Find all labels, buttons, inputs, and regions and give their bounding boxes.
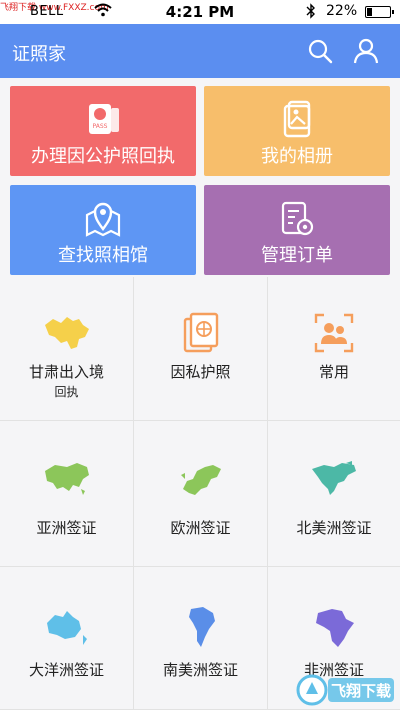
grid-item-asia-visa[interactable]: 亚洲签证	[0, 421, 134, 567]
feature-tiles: PASS 办理因公护照回执 我的相册 查找照相馆 管理订单	[0, 78, 400, 283]
app-header: 证照家	[0, 24, 400, 78]
grid-item-label: 大洋洲签证	[28, 661, 104, 679]
grid-item-label: 北美洲签证	[296, 519, 372, 537]
bluetooth-icon	[306, 3, 316, 23]
battery-percent: 22%	[326, 3, 358, 19]
tile-label: 查找照相馆	[58, 245, 148, 266]
asia-map-icon	[43, 459, 91, 503]
africa-map-icon	[310, 605, 358, 649]
grid-item-label: 因私护照	[170, 363, 231, 381]
map-pin-icon	[83, 199, 123, 239]
gansu-map-icon	[43, 311, 91, 355]
passport-icon: PASS	[83, 100, 123, 140]
private-passport-icon	[177, 311, 225, 355]
grid-item-gansu-receipt[interactable]: 甘肃出入境 回执	[0, 277, 134, 421]
grid-item-sublabel: 回执	[54, 385, 79, 399]
grid-item-label: 甘肃出入境	[28, 363, 104, 381]
order-settings-icon	[277, 199, 317, 239]
grid-item-private-passport[interactable]: 因私护照	[134, 277, 268, 421]
oceania-map-icon	[43, 605, 91, 649]
user-icon[interactable]	[352, 37, 380, 65]
category-grid: 甘肃出入境 回执 因私护照 常用 亚洲签证 欧洲签证 北美洲签证 大洋洲签证 南…	[0, 277, 400, 710]
tile-find-studio[interactable]: 查找照相馆	[10, 185, 196, 275]
app-title: 证照家	[12, 44, 66, 65]
svg-text:PASS: PASS	[93, 123, 108, 130]
europe-map-icon	[177, 459, 225, 503]
grid-item-north-america-visa[interactable]: 北美洲签证	[268, 421, 400, 567]
tile-label: 管理订单	[261, 245, 333, 266]
south-america-map-icon	[177, 605, 225, 649]
svg-text:飞翔下载: 飞翔下载	[331, 682, 391, 700]
common-people-icon	[310, 311, 358, 355]
north-america-map-icon	[310, 459, 358, 503]
status-bar: 飞翔下载 www.FXXZ.com ●●●○○ BELL 4:21 PM 22%	[0, 0, 400, 24]
grid-item-oceania-visa[interactable]: 大洋洲签证	[0, 567, 134, 710]
tile-my-album[interactable]: 我的相册	[204, 86, 390, 176]
tile-label: 我的相册	[261, 146, 333, 167]
grid-item-common[interactable]: 常用	[268, 277, 400, 421]
grid-item-label: 常用	[318, 363, 349, 381]
tile-label: 办理因公护照回执	[31, 146, 175, 167]
tile-passport-receipt[interactable]: PASS 办理因公护照回执	[10, 86, 196, 176]
grid-item-label: 南美洲签证	[162, 661, 238, 679]
search-icon[interactable]	[306, 37, 334, 65]
battery-icon	[365, 6, 394, 18]
fxxz-logo: 飞翔下载	[296, 672, 398, 708]
grid-item-label: 亚洲签证	[36, 519, 97, 537]
photo-album-icon	[277, 100, 317, 140]
tile-manage-orders[interactable]: 管理订单	[204, 185, 390, 275]
grid-item-europe-visa[interactable]: 欧洲签证	[134, 421, 268, 567]
grid-item-south-america-visa[interactable]: 南美洲签证	[134, 567, 268, 710]
grid-item-label: 欧洲签证	[170, 519, 231, 537]
